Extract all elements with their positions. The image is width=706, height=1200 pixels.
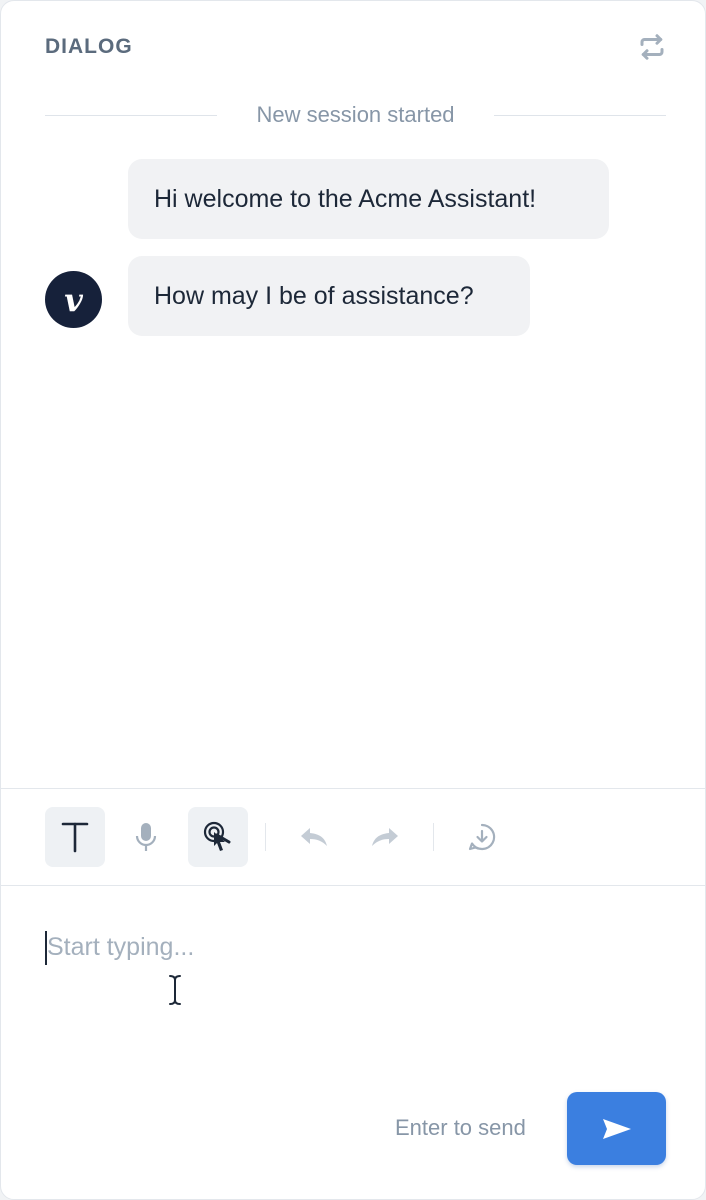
microphone-icon (135, 823, 157, 851)
session-divider: New session started (45, 101, 666, 129)
send-icon (602, 1118, 631, 1139)
message-input[interactable] (47, 923, 657, 971)
text-caret (45, 931, 47, 965)
assistant-message-bubble: Hi welcome to the Acme Assistant! (128, 159, 609, 239)
touch-mode-button[interactable] (188, 807, 248, 867)
text-cursor-icon (169, 975, 181, 1005)
input-mode-toolbar (1, 789, 705, 885)
download-icon (468, 823, 496, 851)
send-hint: Enter to send (395, 1115, 526, 1140)
refresh-icon (640, 34, 664, 60)
toolbar-separator (265, 823, 266, 851)
assistant-avatar: v (45, 271, 102, 328)
assistant-message-bubble: How may I be of assistance? (128, 256, 530, 336)
toolbar-separator (433, 823, 434, 851)
voice-mode-button[interactable] (116, 807, 176, 867)
redo-button[interactable] (355, 807, 415, 867)
undo-icon (301, 828, 327, 846)
undo-button[interactable] (284, 807, 344, 867)
text-mode-icon (61, 822, 89, 853)
reset-session-button[interactable] (632, 27, 672, 67)
download-transcript-button[interactable] (452, 807, 512, 867)
text-mode-button[interactable] (45, 807, 105, 867)
dialog-title: DIALOG (45, 35, 133, 58)
send-button[interactable] (567, 1092, 666, 1165)
dialog-panel: DIALOG New session started Hi welcome to… (0, 0, 706, 1200)
divider-line-right (494, 115, 666, 116)
touch-icon (203, 821, 231, 851)
redo-icon (372, 828, 398, 846)
